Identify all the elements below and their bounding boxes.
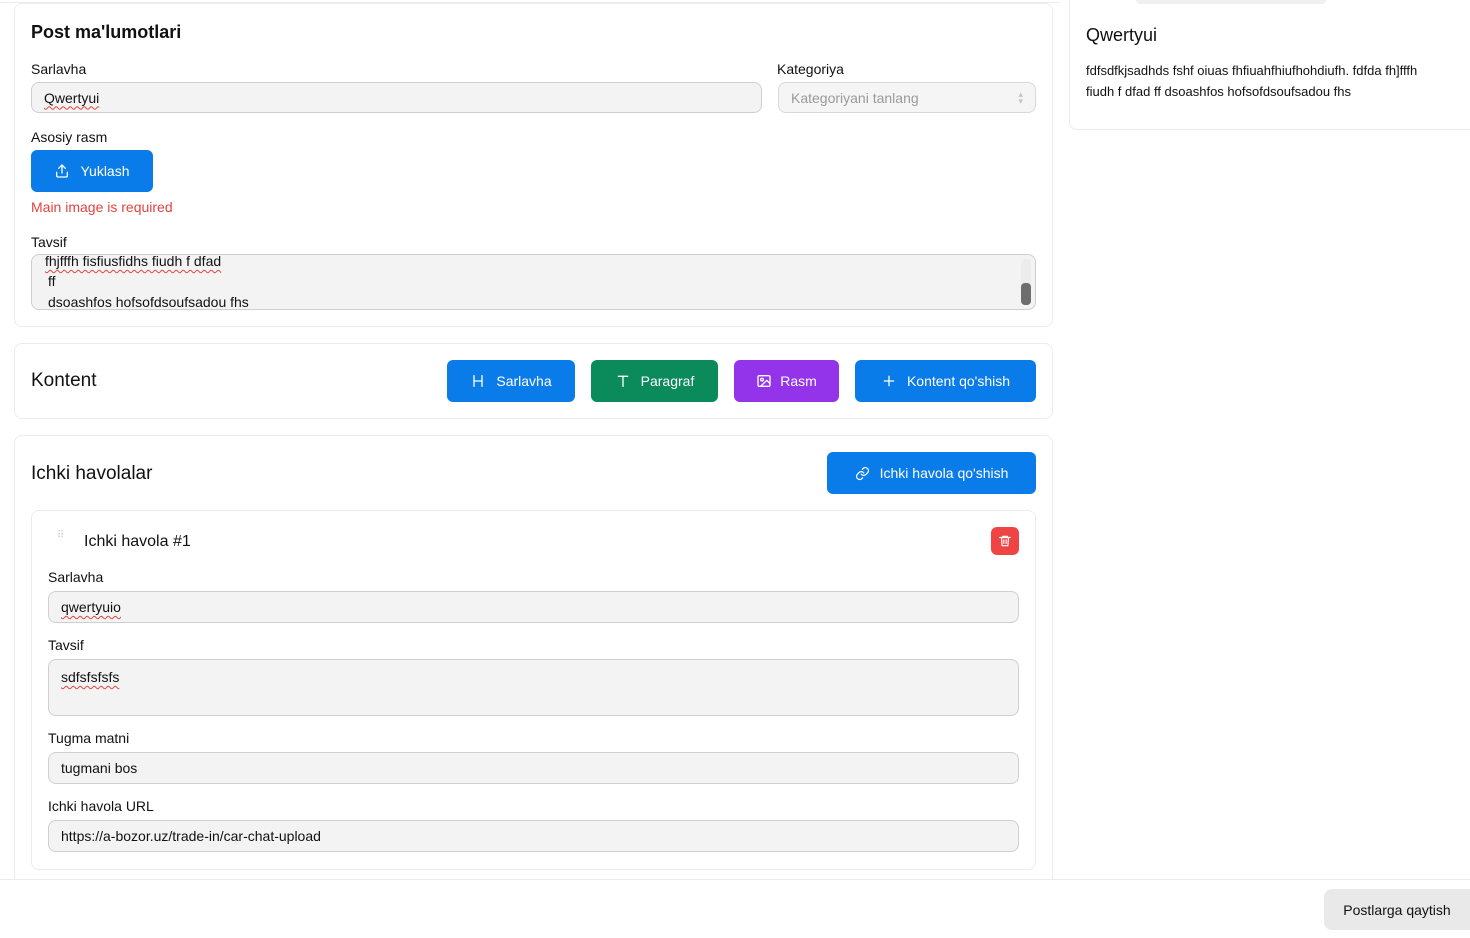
category-placeholder: Kategoriyani tanlang (791, 89, 919, 106)
description-textarea[interactable]: fhjfffh fisfiusfidhs fiudh f dfad ff dso… (31, 254, 1036, 310)
main-image-label: Asosiy rasm (31, 129, 108, 145)
add-image-button[interactable]: Rasm (734, 360, 839, 402)
internal-link-item: ⠿ Ichki havola #1 Sarlavha qwertyuio Tav… (31, 510, 1036, 870)
add-internal-link-label: Ichki havola qo'shish (879, 465, 1009, 481)
internal-links-title: Ichki havolalar (31, 463, 153, 484)
main-image-error: Main image is required (31, 199, 173, 215)
footer-bar: Postlarga qaytish (0, 879, 1470, 938)
add-heading-button[interactable]: Sarlavha (447, 360, 575, 402)
heading-icon (470, 373, 486, 389)
preview-text-line: fdfsdfkjsadhds fshf oiuas fhfiuahfhiufho… (1086, 63, 1418, 78)
upload-icon (54, 163, 70, 179)
preview-panel: Qwertyui fdfsdfkjsadhds fshf oiuas fhfiu… (1069, 0, 1470, 130)
category-select[interactable]: Kategoriyani tanlang ▴ ▾ (778, 82, 1036, 113)
link-description-textarea[interactable]: sdfsfsfsfs (48, 659, 1019, 716)
link-title-value: qwertyuio (61, 599, 121, 615)
link-url-value: https://a-bozor.uz/trade-in/car-chat-upl… (61, 828, 321, 844)
post-info-title: Post ma'lumotlari (31, 22, 182, 42)
link-url-input[interactable]: https://a-bozor.uz/trade-in/car-chat-upl… (48, 820, 1019, 852)
delete-link-button[interactable] (991, 527, 1019, 555)
internal-link-item-title: Ichki havola #1 (84, 533, 191, 550)
add-image-label: Rasm (780, 373, 817, 389)
description-label: Tavsif (31, 234, 67, 250)
image-icon (756, 373, 772, 389)
select-arrows-icon: ▴ ▾ (1018, 88, 1023, 106)
textarea-scrollbar-thumb[interactable] (1021, 283, 1031, 305)
add-internal-link-button[interactable]: Ichki havola qo'shish (827, 452, 1036, 494)
link-description-label: Tavsif (48, 637, 84, 653)
back-to-posts-button[interactable]: Postlarga qaytish (1324, 889, 1470, 930)
upload-button[interactable]: Yuklash (31, 150, 153, 192)
preview-text-line: fiudh f dfad ff dsoashfos hofsofdsoufsad… (1086, 84, 1352, 99)
content-title: Kontent (31, 370, 97, 391)
add-content-button[interactable]: Kontent qo'shish (855, 360, 1036, 402)
button-text-input[interactable]: tugmani bos (48, 752, 1019, 784)
button-text-label: Tugma matni (48, 730, 130, 746)
preview-image-edge (1136, 0, 1326, 4)
link-url-label: Ichki havola URL (48, 798, 154, 814)
link-title-input[interactable]: qwertyuio (48, 591, 1019, 623)
description-line: ff (48, 273, 56, 289)
description-line: fhjfffh fisfiusfidhs fiudh f dfad (45, 254, 222, 269)
back-to-posts-label: Postlarga qaytish (1343, 901, 1451, 918)
textarea-scrollbar-track[interactable] (1021, 259, 1031, 305)
title-input-value: Qwertyui (44, 89, 100, 106)
trash-icon (998, 534, 1012, 548)
title-input[interactable]: Qwertyui (31, 82, 762, 113)
internal-links-card: Ichki havolalar Ichki havola qo'shish ⠿ … (14, 435, 1053, 895)
description-line: dsoashfos hofsofdsoufsadou fhs (48, 294, 249, 310)
add-paragraph-button[interactable]: Paragraf (591, 360, 718, 402)
text-icon (615, 373, 631, 389)
link-title-label: Sarlavha (48, 569, 104, 585)
button-text-value: tugmani bos (61, 760, 137, 776)
button-text-value-text: tugmani bos (61, 760, 138, 776)
link-description-value: sdfsfsfsfs (61, 669, 120, 685)
add-heading-label: Sarlavha (496, 373, 552, 389)
plus-icon (881, 373, 897, 389)
link-icon (855, 466, 870, 481)
post-info-card: Post ma'lumotlari Sarlavha Qwertyui Kate… (14, 3, 1053, 327)
title-label: Sarlavha (31, 61, 87, 77)
add-content-label: Kontent qo'shish (906, 373, 1011, 389)
upload-label: Yuklash (80, 163, 130, 179)
drag-handle-icon[interactable]: ⠿ (57, 531, 65, 541)
add-paragraph-label: Paragraf (640, 373, 695, 389)
category-label: Kategoriya (777, 61, 844, 77)
content-card: Kontent Sarlavha Paragraf Rasm Kontent q… (14, 343, 1053, 419)
preview-title: Qwertyui (1086, 25, 1158, 45)
